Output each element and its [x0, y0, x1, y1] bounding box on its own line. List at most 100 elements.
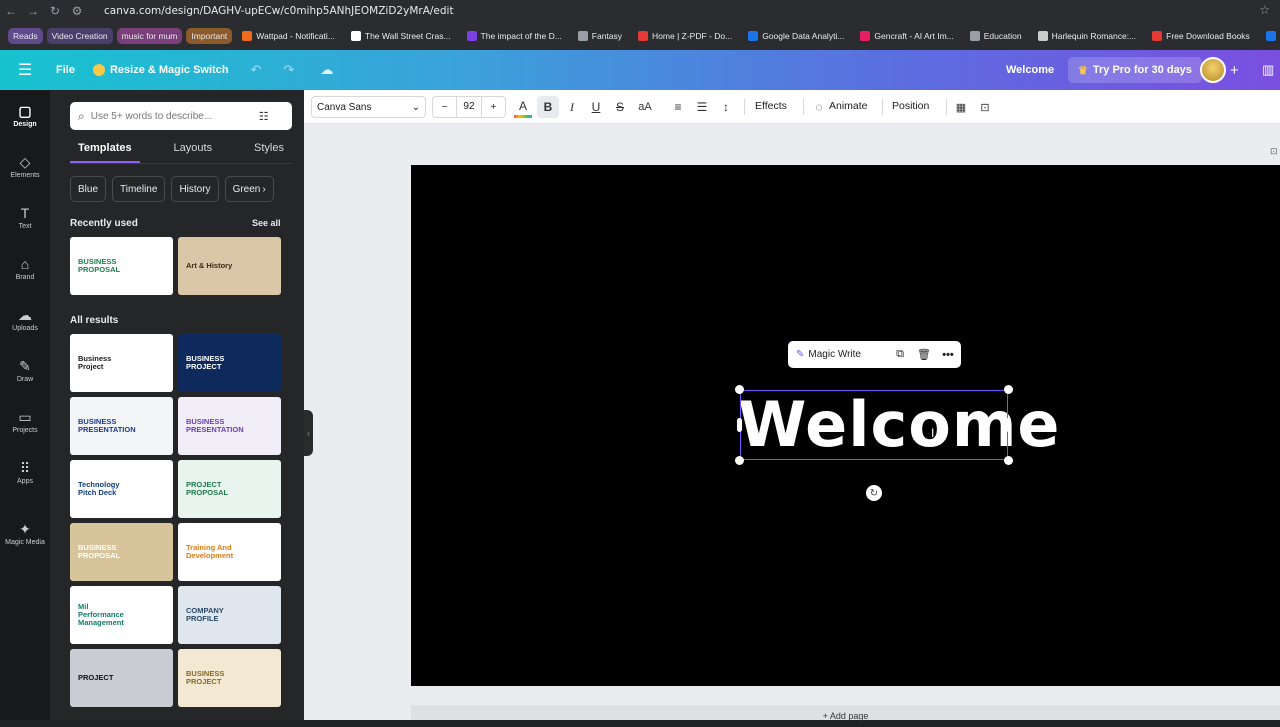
file-menu[interactable]: File [56, 64, 75, 76]
template-thumbnail[interactable]: Art & History [178, 237, 281, 295]
chip-blue[interactable]: Blue [70, 176, 106, 202]
bookmark-item[interactable]: Fantasy [572, 31, 628, 41]
bold-icon[interactable]: B [537, 96, 559, 118]
rotate-handle-icon[interactable]: ↻ [866, 485, 882, 501]
lock-icon[interactable]: ⊡ [976, 96, 994, 118]
bookmark-star-icon[interactable]: ☆ [1259, 3, 1270, 17]
animate-icon[interactable]: ◌ [811, 96, 827, 118]
bookmark-item[interactable]: Harlequin Romance:... [1032, 31, 1143, 41]
template-thumbnail[interactable]: BUSINESS PROPOSAL [70, 523, 173, 581]
reload-icon[interactable]: ↻ [44, 4, 66, 18]
rail-item-uploads[interactable]: ☁Uploads [0, 294, 50, 345]
bookmark-folder-pill[interactable]: Reads [8, 28, 43, 44]
bookmark-item[interactable]: Education [964, 31, 1028, 41]
rail-item-text[interactable]: TText [0, 192, 50, 243]
strikethrough-icon[interactable]: S [610, 96, 630, 118]
try-pro-button[interactable]: ♛ Try Pro for 30 days [1068, 57, 1202, 83]
insights-icon[interactable]: ▥ [1262, 62, 1274, 78]
resize-handle-top-left[interactable] [735, 385, 744, 394]
resize-handle-left[interactable] [737, 418, 742, 432]
resize-handle-bottom-left[interactable] [735, 456, 744, 465]
resize-magic-switch-button[interactable]: Resize & Magic Switch [93, 64, 229, 76]
filter-icon[interactable]: ☷ [259, 110, 269, 123]
template-thumbnail[interactable]: COMPANY PROFILE [178, 586, 281, 644]
italic-icon[interactable]: I [562, 96, 582, 118]
template-thumbnail[interactable]: PROJECT PROPOSAL [178, 460, 281, 518]
bookmark-folder-pill[interactable]: Video Creation [47, 28, 113, 44]
rail-item-apps[interactable]: ⠿Apps [0, 447, 50, 498]
bookmark-item[interactable]: The Wall Street Cras... [345, 31, 457, 41]
chip-timeline[interactable]: Timeline [112, 176, 165, 202]
chevron-right-icon[interactable]: › [262, 184, 265, 195]
underline-icon[interactable]: U [586, 96, 606, 118]
spacing-icon[interactable]: ↕ [716, 96, 736, 118]
position-button[interactable]: Position [892, 100, 929, 112]
delete-icon[interactable]: 🗑 [912, 348, 936, 361]
bookmark-folder-pill[interactable]: Important [186, 28, 232, 44]
rail-item-design[interactable]: ▢Design [0, 90, 50, 141]
resize-handle-right[interactable] [1006, 418, 1011, 432]
bookmark-item[interactable]: The impact of the D... [461, 31, 568, 41]
template-thumbnail[interactable]: BUSINESS PRESENTATION [178, 397, 281, 455]
more-options-icon[interactable]: ••• [936, 349, 960, 361]
transparency-icon[interactable]: ▦ [952, 96, 970, 118]
bookmark-item[interactable]: Wattpad - Notificati... [236, 31, 341, 41]
effects-button[interactable]: Effects [755, 100, 787, 112]
template-thumbnail[interactable]: Mil Performance Management [70, 586, 173, 644]
tab-styles[interactable]: Styles [246, 142, 292, 163]
resize-handle-top-right[interactable] [1004, 385, 1013, 394]
menu-icon[interactable]: ☰ [0, 60, 50, 80]
back-icon[interactable]: ← [0, 4, 22, 18]
template-thumbnail[interactable]: Business Project [70, 334, 173, 392]
rail-item-projects[interactable]: ▭Projects [0, 396, 50, 447]
tab-layouts[interactable]: Layouts [166, 142, 221, 163]
undo-icon[interactable]: ↶ [251, 62, 262, 78]
bookmark-item[interactable]: Hom [1260, 31, 1280, 41]
resize-handle-bottom-right[interactable] [1004, 456, 1013, 465]
bookmark-item[interactable]: Home | Z-PDF - Do... [632, 31, 738, 41]
template-thumbnail[interactable]: Training And Development [178, 523, 281, 581]
chip-green[interactable]: Green› [225, 176, 274, 202]
forward-icon[interactable]: → [22, 4, 44, 18]
font-select[interactable]: Canva Sans ⌄ [311, 96, 426, 118]
search-input[interactable] [91, 111, 253, 122]
bookmark-item[interactable]: Google Data Analyti... [742, 31, 850, 41]
tab-templates[interactable]: Templates [70, 142, 140, 163]
add-page-button[interactable]: + Add page [411, 705, 1280, 720]
font-size-value[interactable]: 92 [456, 96, 481, 118]
magic-write-button[interactable]: ✎ Magic Write [788, 349, 888, 360]
list-icon[interactable]: ☰ [692, 96, 712, 118]
rail-item-brand[interactable]: ⌂Brand [0, 243, 50, 294]
animate-button[interactable]: Animate [829, 100, 868, 112]
align-center-icon[interactable]: ≡ [668, 96, 688, 118]
increase-size-button[interactable]: + [482, 102, 505, 113]
page-lock-icon[interactable]: ⊡ [1270, 146, 1278, 157]
redo-icon[interactable]: ↷ [283, 62, 294, 78]
avatar[interactable] [1200, 57, 1226, 83]
letter-case-icon[interactable]: aA [634, 96, 656, 118]
chip-history[interactable]: History [171, 176, 218, 202]
text-color-icon[interactable]: A [514, 96, 532, 118]
share-plus-icon[interactable]: + [1230, 62, 1239, 79]
template-thumbnail[interactable]: PROJECT [70, 649, 173, 707]
template-thumbnail[interactable]: BUSINESS PROJECT [178, 334, 281, 392]
cloud-save-icon[interactable]: ☁ [320, 62, 333, 78]
template-thumbnail[interactable]: Technology Pitch Deck [70, 460, 173, 518]
decrease-size-button[interactable]: − [433, 102, 456, 113]
design-title[interactable]: Welcome [1006, 64, 1054, 76]
collapse-panel-handle[interactable]: ‹ [304, 410, 313, 456]
bookmark-item[interactable]: Free Download Books [1146, 31, 1256, 41]
rail-item-magic-media[interactable]: ✦Magic Media [0, 508, 50, 559]
rail-item-elements[interactable]: ◇Elements [0, 141, 50, 192]
bookmark-folder-pill[interactable]: music for mum [117, 28, 183, 44]
template-thumbnail[interactable]: BUSINESS PRESENTATION [70, 397, 173, 455]
template-thumbnail[interactable]: BUSINESS PROJECT [178, 649, 281, 707]
see-all-link[interactable]: See all [252, 218, 281, 228]
bookmark-item[interactable]: Gencraft - AI Art Im... [854, 31, 959, 41]
template-thumbnail[interactable]: BUSINESS PROPOSAL [70, 237, 173, 295]
magic-media-icon: ✦ [19, 522, 31, 536]
site-info-icon[interactable]: ⚙ [66, 4, 88, 18]
url-text[interactable]: canva.com/design/DAGHV-upECw/c0mihp5ANhJ… [104, 5, 454, 17]
duplicate-icon[interactable]: ⧉ [888, 348, 912, 361]
rail-item-draw[interactable]: ✎Draw [0, 345, 50, 396]
